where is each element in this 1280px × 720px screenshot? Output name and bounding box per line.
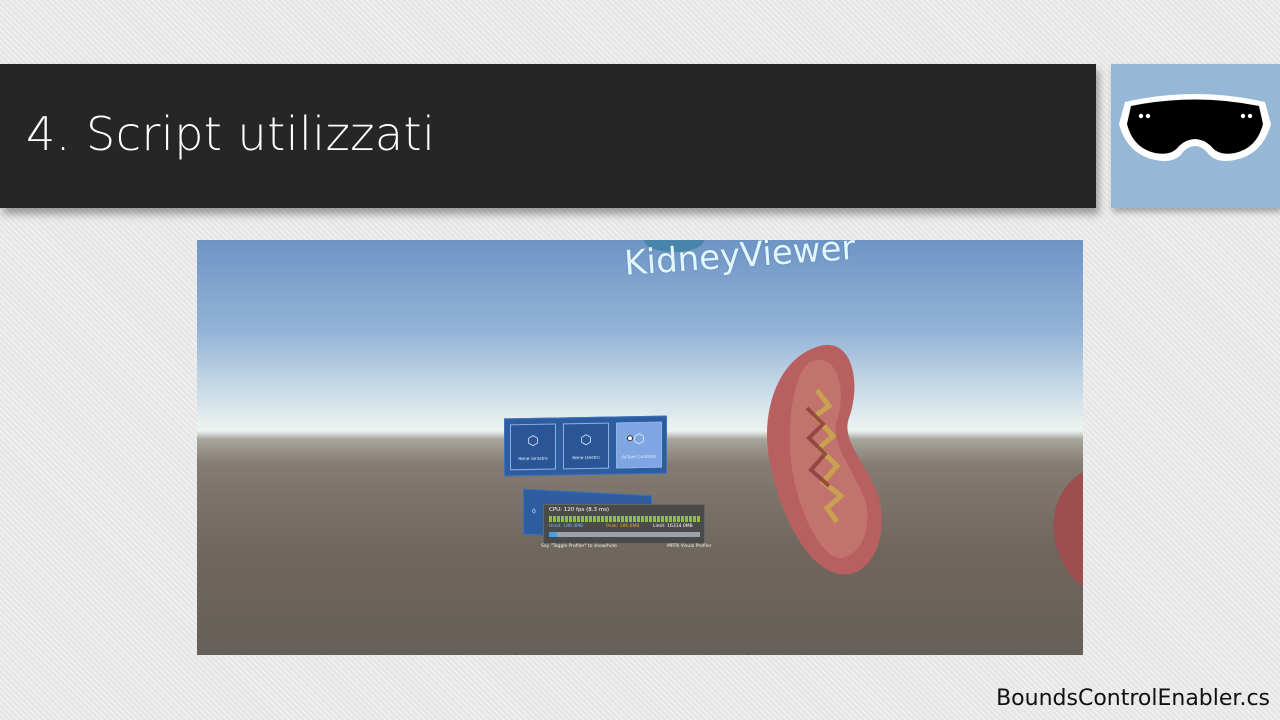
- kidney-model-partial: [1053, 472, 1083, 586]
- memory-used: Used: 180.4MB: [549, 524, 584, 529]
- fps-meter: [549, 516, 700, 522]
- logo-box: [1111, 64, 1280, 208]
- rene-sinistro-button[interactable]: ⬡ Rene Sinistro: [510, 423, 556, 471]
- hand-menu: ⬡ Rene Sinistro ⬡ Rene Destro ⬡ Active C…: [504, 415, 667, 477]
- visual-profiler: CPU: 120 fps (8.3 ms) Used: 180.4MB Peak…: [543, 504, 705, 544]
- cube-icon: ⬡: [633, 431, 645, 448]
- memory-peak: Peak: 186.6MB: [606, 524, 640, 529]
- memory-bar-fill: [549, 532, 557, 537]
- app-screenshot: KidneyViewer ⬡ Rene Sinistro ⬡ Rene Dest…: [197, 240, 1083, 655]
- profiler-caption-right: MRTK Visual Profiler: [667, 544, 712, 549]
- cube-icon: ⬡: [527, 433, 539, 450]
- button-label: Rene Sinistro: [518, 456, 548, 463]
- diagnostics-panel-number: 0: [532, 508, 536, 516]
- button-label: Active Controls: [622, 454, 656, 461]
- rene-destro-button[interactable]: ⬡ Rene Destro: [563, 422, 609, 470]
- slide-title: 4. Script utilizzati: [26, 107, 436, 161]
- cpu-readout: CPU: 120 fps (8.3 ms): [549, 507, 610, 513]
- hololens-headset-icon: [1119, 94, 1271, 161]
- script-filename: BoundsControlEnabler.cs: [996, 686, 1270, 711]
- profiler-caption-left: Say "Toggle Profiler" to show/hide: [541, 544, 617, 549]
- active-controls-button[interactable]: ⬡ Active Controls: [616, 421, 662, 469]
- kidney-model: [766, 344, 882, 575]
- button-label: Rene Destro: [572, 455, 600, 462]
- memory-limit: Limit: 16314.0MB: [653, 524, 693, 529]
- memory-bar: [549, 532, 700, 537]
- cube-icon: ⬡: [580, 432, 592, 449]
